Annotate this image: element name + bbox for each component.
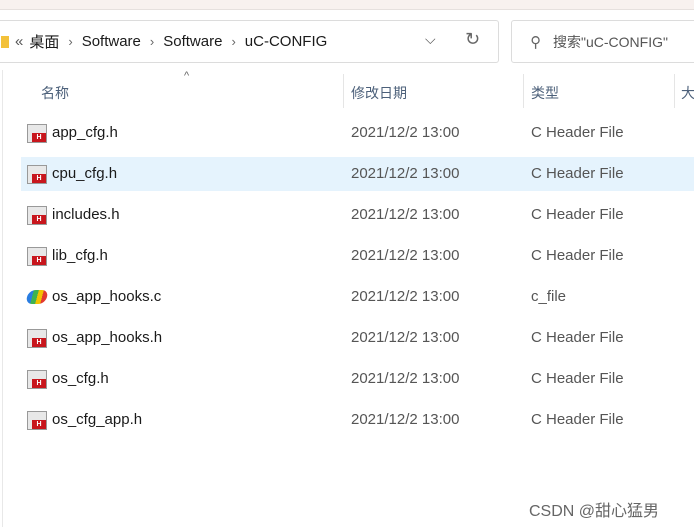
- search-icon: ⚲: [530, 33, 541, 51]
- c-file-icon: [25, 290, 49, 304]
- file-row[interactable]: os_cfg_app.h 2021/12/2 13:00 C Header Fi…: [21, 403, 694, 437]
- file-date: 2021/12/2 13:00: [351, 329, 460, 346]
- h-file-icon: [27, 370, 47, 389]
- pane-divider: [2, 70, 3, 527]
- column-divider[interactable]: [523, 74, 524, 108]
- column-header-row: ^ 名称 修改日期 类型 大: [0, 70, 694, 108]
- file-name[interactable]: cpu_cfg.h: [52, 165, 117, 182]
- column-divider[interactable]: [674, 74, 675, 108]
- file-row[interactable]: lib_cfg.h 2021/12/2 13:00 C Header File: [21, 239, 694, 273]
- file-name[interactable]: includes.h: [52, 206, 120, 223]
- file-date: 2021/12/2 13:00: [351, 165, 460, 182]
- file-row[interactable]: app_cfg.h 2021/12/2 13:00 C Header File: [21, 116, 694, 150]
- file-row[interactable]: includes.h 2021/12/2 13:00 C Header File: [21, 198, 694, 232]
- file-date: 2021/12/2 13:00: [351, 411, 460, 428]
- file-type: C Header File: [531, 165, 624, 182]
- file-row[interactable]: os_app_hooks.h 2021/12/2 13:00 C Header …: [21, 321, 694, 355]
- file-date: 2021/12/2 13:00: [351, 288, 460, 305]
- file-type: C Header File: [531, 124, 624, 141]
- file-date: 2021/12/2 13:00: [351, 370, 460, 387]
- file-type: C Header File: [531, 206, 624, 223]
- column-header-type[interactable]: 类型: [531, 83, 559, 103]
- file-date: 2021/12/2 13:00: [351, 206, 460, 223]
- chevron-right-icon[interactable]: ›: [150, 34, 154, 49]
- h-file-icon: [27, 124, 47, 143]
- file-row[interactable]: cpu_cfg.h 2021/12/2 13:00 C Header File: [21, 157, 694, 191]
- breadcrumb-software-1[interactable]: Software: [82, 33, 141, 50]
- sort-ascending-icon: ^: [184, 70, 190, 82]
- file-name[interactable]: app_cfg.h: [52, 124, 118, 141]
- file-name[interactable]: os_app_hooks.c: [52, 288, 161, 305]
- h-file-icon: [27, 329, 47, 348]
- chevron-down-icon[interactable]: ⌵: [425, 31, 436, 48]
- file-type: C Header File: [531, 411, 624, 428]
- folder-icon: [1, 35, 9, 48]
- breadcrumb-desktop[interactable]: 桌面: [29, 31, 59, 52]
- title-strip: [0, 0, 694, 10]
- file-type: C Header File: [531, 370, 624, 387]
- breadcrumb-software-2[interactable]: Software: [163, 33, 222, 50]
- breadcrumb-uc-config[interactable]: uC-CONFIG: [245, 33, 328, 50]
- file-name[interactable]: os_cfg.h: [52, 370, 109, 387]
- h-file-icon: [27, 206, 47, 225]
- column-header-date[interactable]: 修改日期: [351, 83, 407, 103]
- watermark: CSDN @甜心猛男: [529, 503, 660, 520]
- search-box[interactable]: ⚲ 搜索"uC-CONFIG": [511, 20, 694, 63]
- file-date: 2021/12/2 13:00: [351, 124, 460, 141]
- refresh-icon[interactable]: ↻: [465, 29, 480, 50]
- file-name[interactable]: os_app_hooks.h: [52, 329, 162, 346]
- file-type: C Header File: [531, 247, 624, 264]
- h-file-icon: [27, 247, 47, 266]
- column-header-size[interactable]: 大: [681, 83, 694, 103]
- search-input[interactable]: 搜索"uC-CONFIG": [553, 32, 668, 52]
- overflow-crumb[interactable]: «: [15, 33, 23, 50]
- chevron-right-icon[interactable]: ›: [68, 34, 72, 49]
- h-file-icon: [27, 165, 47, 184]
- column-divider[interactable]: [343, 74, 344, 108]
- file-date: 2021/12/2 13:00: [351, 247, 460, 264]
- file-name[interactable]: os_cfg_app.h: [52, 411, 142, 428]
- h-file-icon: [27, 411, 47, 430]
- file-row[interactable]: os_cfg.h 2021/12/2 13:00 C Header File: [21, 362, 694, 396]
- address-bar[interactable]: « 桌面 › Software › Software › uC-CONFIG ⌵…: [0, 20, 499, 63]
- chevron-right-icon[interactable]: ›: [231, 34, 235, 49]
- file-type: C Header File: [531, 329, 624, 346]
- file-name[interactable]: lib_cfg.h: [52, 247, 108, 264]
- column-header-name[interactable]: 名称: [41, 83, 69, 103]
- file-type: c_file: [531, 288, 567, 305]
- file-row[interactable]: os_app_hooks.c 2021/12/2 13:00 c_file: [21, 280, 694, 314]
